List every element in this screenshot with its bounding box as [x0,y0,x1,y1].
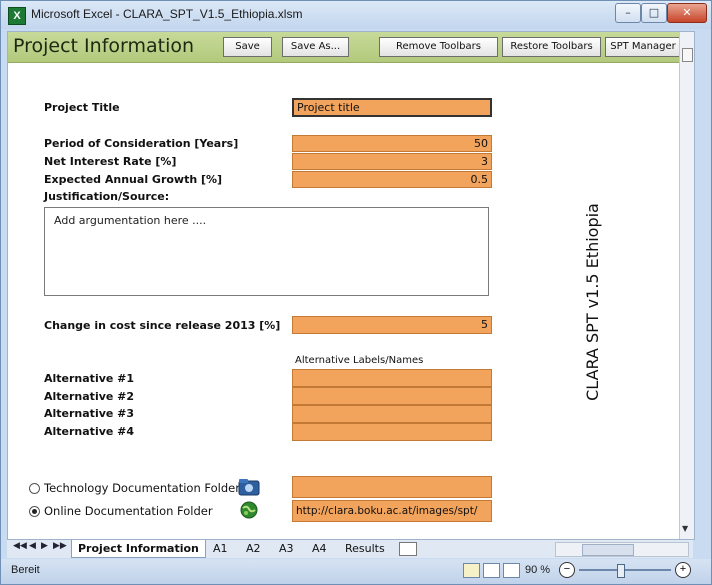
interest-rate-input[interactable]: 3 [292,153,492,170]
alternative-1-input[interactable] [292,369,492,387]
split-handle[interactable] [682,48,693,62]
prev-sheet-icon[interactable]: ◀ [29,541,36,551]
last-sheet-icon[interactable]: ▶▶ [53,541,67,551]
tab-a4[interactable]: A4 [306,540,333,557]
annual-growth-label: Expected Annual Growth [%] [44,173,223,186]
next-sheet-icon[interactable]: ▶ [41,541,48,551]
save-as-button[interactable]: Save As... [282,37,349,57]
tab-a3[interactable]: A3 [273,540,300,557]
alternative-2-input[interactable] [292,387,492,405]
cost-change-input[interactable]: 5 [292,316,492,334]
ready-status: Bereit [11,564,40,576]
cost-change-label: Change in cost since release 2013 [%] [44,319,281,332]
horizontal-scroll-thumb[interactable] [582,544,634,556]
interest-rate-label: Net Interest Rate [%] [44,155,177,168]
excel-app-icon[interactable]: X [8,7,26,25]
period-label: Period of Consideration [Years] [44,137,239,150]
clara-version-label: CLARA SPT v1.5 Ethiopia [583,203,602,401]
vertical-scrollbar[interactable]: ▼ [679,32,694,539]
project-info-header: Project Information Save Save As... Remo… [8,32,694,63]
tab-a1[interactable]: A1 [207,540,234,557]
project-title-label: Project Title [44,101,120,114]
zoom-out-button[interactable]: − [559,562,575,578]
restore-toolbars-button[interactable]: Restore Toolbars [502,37,601,57]
alternative-1-label: Alternative #1 [44,372,135,385]
online-doc-url-input[interactable]: http://clara.boku.ac.at/images/spt/ [292,500,492,522]
online-doc-radio[interactable] [29,506,40,517]
tech-doc-radio[interactable] [29,483,40,494]
scroll-down-icon[interactable]: ▼ [682,524,688,533]
zoom-slider[interactable] [579,564,671,578]
maximize-button[interactable]: □ [641,3,667,23]
spt-manager-button[interactable]: SPT Manager [605,37,681,57]
alternative-4-input[interactable] [292,423,492,441]
page-layout-view-icon[interactable] [483,563,500,578]
project-title-input[interactable]: Project title [292,98,492,117]
alternative-3-label: Alternative #3 [44,407,135,420]
tech-doc-label: Technology Documentation Folder [44,481,240,495]
online-doc-label: Online Documentation Folder [44,504,213,518]
zoom-in-button[interactable]: + [675,562,691,578]
alternative-3-input[interactable] [292,405,492,423]
status-bar: Bereit 90 % − + [1,559,711,584]
alternative-labels-header: Alternative Labels/Names [295,355,424,366]
save-button[interactable]: Save [223,37,272,57]
title-bar: X Microsoft Excel - CLARA_SPT_V1.5_Ethio… [1,1,711,29]
globe-icon[interactable] [240,501,258,519]
worksheet-area: Project Information Save Save As... Remo… [7,31,695,540]
remove-toolbars-button[interactable]: Remove Toolbars [379,37,498,57]
justification-textbox[interactable]: Add argumentation here .... [44,207,489,296]
annual-growth-input[interactable]: 0.5 [292,171,492,188]
excel-window: X Microsoft Excel - CLARA_SPT_V1.5_Ethio… [0,0,712,585]
alternative-4-label: Alternative #4 [44,425,135,438]
normal-view-icon[interactable] [463,563,480,578]
tab-a2[interactable]: A2 [240,540,267,557]
folder-icon[interactable] [238,478,260,496]
first-sheet-icon[interactable]: ◀◀ [13,541,27,551]
page-title: Project Information [13,35,195,57]
zoom-level[interactable]: 90 % [525,564,550,576]
zoom-slider-thumb[interactable] [617,564,625,578]
tab-project-information[interactable]: Project Information [71,540,206,558]
alternative-2-label: Alternative #2 [44,390,135,403]
window-title: Microsoft Excel - CLARA_SPT_V1.5_Ethiopi… [31,7,303,21]
new-sheet-icon[interactable] [399,542,417,556]
tab-results[interactable]: Results [339,540,391,557]
close-button[interactable]: ✕ [667,3,707,23]
minimize-button[interactable]: – [615,3,641,23]
horizontal-scrollbar[interactable] [555,542,689,557]
page-break-view-icon[interactable] [503,563,520,578]
justification-label: Justification/Source: [44,190,170,203]
tech-doc-path-input[interactable] [292,476,492,498]
period-input[interactable]: 50 [292,135,492,152]
sheet-tab-bar: ◀◀ ◀ ▶ ▶▶ Project Information A1 A2 A3 A… [7,539,693,558]
